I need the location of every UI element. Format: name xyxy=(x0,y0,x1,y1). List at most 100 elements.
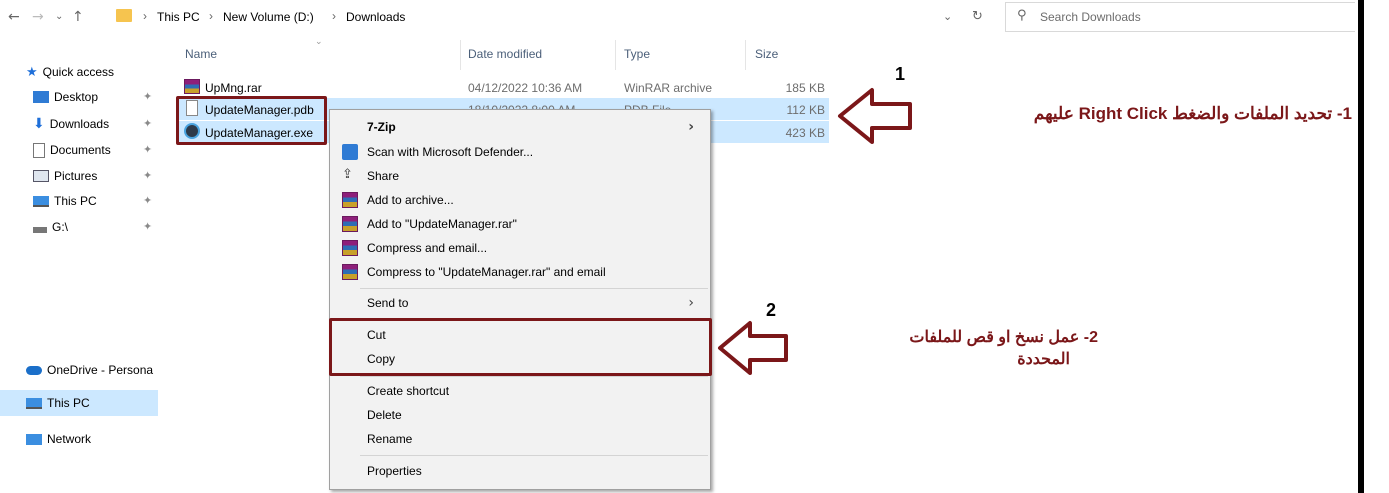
pictures-icon xyxy=(33,170,49,182)
winrar-icon xyxy=(342,240,358,256)
address-dropdown-icon[interactable]: ⌄ xyxy=(943,10,952,23)
menu-item-compress-rar-email[interactable]: Compress to "UpdateManager.rar" and emai… xyxy=(330,260,710,284)
menu-item-send-to[interactable]: Send to › xyxy=(330,291,710,315)
file-name: UpMng.rar xyxy=(205,81,262,95)
sidebar-item-g-drive[interactable]: G:\ xyxy=(33,216,68,238)
column-divider[interactable] xyxy=(745,40,746,70)
annotation-highlight-cut-copy xyxy=(329,318,712,376)
annotation-number-2: 2 xyxy=(766,300,777,320)
submenu-chevron-icon: › xyxy=(688,119,694,135)
sidebar-item-onedrive[interactable]: OneDrive - Persona xyxy=(26,359,153,381)
sidebar-item-downloads[interactable]: ⬇ Downloads xyxy=(33,113,109,135)
annotation-number-1: 1 xyxy=(895,64,906,84)
forward-arrow-icon[interactable]: → xyxy=(32,9,44,25)
menu-item-delete[interactable]: Delete xyxy=(330,403,710,427)
menu-item-label: Compress to "UpdateManager.rar" and emai… xyxy=(367,265,606,279)
breadcrumb-separator-icon: › xyxy=(332,9,336,23)
drive-icon xyxy=(33,227,47,233)
annotation-highlight-files xyxy=(176,96,327,145)
winrar-icon xyxy=(342,192,358,208)
sidebar-item-label: Downloads xyxy=(49,117,110,131)
sidebar-item-this-pc[interactable]: This PC xyxy=(26,392,90,414)
annotation-arrow-left-icon xyxy=(838,88,912,144)
menu-item-7zip[interactable]: 7-Zip › xyxy=(330,115,710,139)
sidebar-item-label: Desktop xyxy=(54,90,99,104)
pin-icon[interactable]: ✦ xyxy=(143,90,152,103)
up-arrow-icon[interactable]: ↑ xyxy=(72,9,84,25)
menu-item-label: Delete xyxy=(367,408,402,422)
menu-item-rename[interactable]: Rename xyxy=(330,427,710,451)
pin-icon[interactable]: ✦ xyxy=(143,194,152,207)
documents-icon xyxy=(33,142,45,158)
file-date: 04/12/2022 10:36 AM xyxy=(468,81,583,95)
file-size: 423 KB xyxy=(785,126,825,140)
file-type: WinRAR archive xyxy=(624,81,713,95)
breadcrumb-separator-icon: › xyxy=(209,9,213,23)
menu-item-label: Scan with Microsoft Defender... xyxy=(367,145,534,159)
menu-item-label: Rename xyxy=(367,432,413,446)
pin-icon[interactable]: ✦ xyxy=(143,143,152,156)
sidebar-item-this-pc-pinned[interactable]: This PC xyxy=(33,190,97,212)
menu-item-label: Create shortcut xyxy=(367,384,450,398)
menu-separator xyxy=(360,455,708,456)
sidebar-item-label: Documents xyxy=(50,143,111,157)
sidebar-item-label: This PC xyxy=(54,194,97,208)
sidebar-quick-access[interactable]: ★ Quick access xyxy=(26,61,114,83)
breadcrumb-new-volume[interactable]: New Volume (D:) xyxy=(223,10,314,24)
desktop-folder-icon xyxy=(33,91,49,103)
winrar-icon xyxy=(342,216,358,232)
menu-item-compress-email[interactable]: Compress and email... xyxy=(330,236,710,260)
folder-icon xyxy=(116,9,132,22)
column-header-date[interactable]: Date modified xyxy=(468,47,542,61)
column-header-type[interactable]: Type xyxy=(624,47,650,61)
search-icon: ⚲ xyxy=(1017,8,1027,23)
menu-item-label: 7-Zip xyxy=(367,120,396,134)
search-input[interactable]: Search Downloads xyxy=(1040,10,1141,24)
breadcrumb-this-pc[interactable]: This PC xyxy=(157,10,200,24)
column-divider[interactable] xyxy=(460,40,461,70)
annotation-step-2-line-2: المحددة xyxy=(1017,351,1070,368)
recent-locations-chevron-icon[interactable]: ⌄ xyxy=(55,11,63,22)
menu-item-label: Send to xyxy=(367,296,409,310)
sidebar-item-network[interactable]: Network xyxy=(26,428,91,450)
breadcrumb-downloads[interactable]: Downloads xyxy=(346,10,405,24)
annotation-arrow-left-icon xyxy=(718,321,788,375)
sidebar-item-label: OneDrive - Persona xyxy=(47,363,154,377)
context-menu: 7-Zip › Scan with Microsoft Defender... … xyxy=(329,109,711,490)
menu-item-add-rar[interactable]: Add to "UpdateManager.rar" xyxy=(330,212,710,236)
column-header-size[interactable]: Size xyxy=(755,47,778,61)
sidebar-item-label: Quick access xyxy=(42,65,115,79)
column-divider[interactable] xyxy=(615,40,616,70)
pin-icon[interactable]: ✦ xyxy=(143,117,152,130)
file-size: 112 KB xyxy=(786,103,825,117)
download-arrow-icon: ⬇ xyxy=(33,116,45,132)
menu-item-label: Add to archive... xyxy=(367,193,454,207)
menu-item-defender[interactable]: Scan with Microsoft Defender... xyxy=(330,140,710,164)
pin-icon[interactable]: ✦ xyxy=(143,220,152,233)
menu-item-add-archive[interactable]: Add to archive... xyxy=(330,188,710,212)
menu-item-label: Properties xyxy=(367,464,422,478)
winrar-archive-icon xyxy=(184,79,200,94)
back-arrow-icon[interactable]: ← xyxy=(8,9,20,25)
column-header-name[interactable]: Name xyxy=(185,47,217,61)
computer-icon xyxy=(26,397,42,409)
submenu-chevron-icon: › xyxy=(688,295,694,311)
winrar-icon xyxy=(342,264,358,280)
pin-icon[interactable]: ✦ xyxy=(143,169,152,182)
computer-icon xyxy=(33,195,49,207)
refresh-icon[interactable]: ↻ xyxy=(972,9,983,24)
cloud-icon xyxy=(26,365,42,375)
menu-item-properties[interactable]: Properties xyxy=(330,459,710,483)
menu-item-create-shortcut[interactable]: Create shortcut xyxy=(330,379,710,403)
file-size: 185 KB xyxy=(785,81,825,95)
menu-separator xyxy=(360,288,708,289)
sidebar-item-desktop[interactable]: Desktop xyxy=(33,86,98,108)
breadcrumb-separator-icon: › xyxy=(143,9,147,23)
menu-item-label: Share xyxy=(367,169,400,183)
menu-item-share[interactable]: ⇪ Share xyxy=(330,164,710,188)
sidebar-item-label: Network xyxy=(47,432,92,446)
sidebar-item-documents[interactable]: Documents xyxy=(33,139,111,161)
annotation-step-1: 1- تحديد الملفات والضغط Right Click عليه… xyxy=(1033,104,1352,123)
sidebar-item-pictures[interactable]: Pictures xyxy=(33,165,97,187)
star-icon: ★ xyxy=(26,64,38,80)
